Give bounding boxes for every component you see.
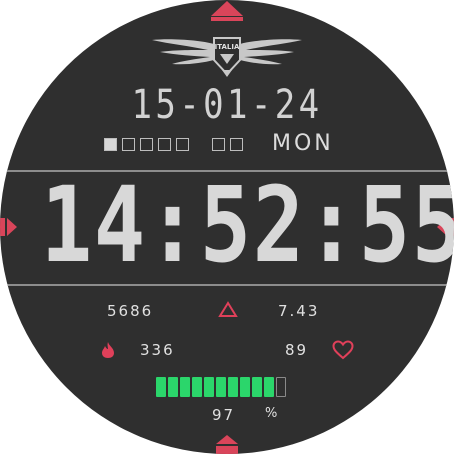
battery-segment (204, 377, 214, 397)
battery-bar (156, 377, 286, 397)
date-display: 15-01-24 (131, 82, 323, 128)
battery-segment (228, 377, 238, 397)
battery-segment (276, 377, 286, 397)
battery-segment (216, 377, 226, 397)
week-box-6 (212, 138, 225, 151)
battery-percent-unit: % (265, 406, 280, 421)
time-display: 14:52:55 (40, 164, 454, 286)
week-box-1 (104, 138, 117, 151)
week-box-4 (158, 138, 171, 151)
watch-face: ITALIA 15-01-24 MON 14:52:55 5686 7.43 3… (0, 0, 454, 454)
week-box-7 (230, 138, 243, 151)
battery-segment (156, 377, 166, 397)
flame-icon (102, 342, 114, 358)
triangle-icon (218, 301, 238, 317)
calories-value: 336 (140, 341, 175, 359)
battery-segment (168, 377, 178, 397)
top-marker-icon (211, 1, 243, 21)
battery-segment (180, 377, 190, 397)
battery-segment (192, 377, 202, 397)
week-box-2 (122, 138, 135, 151)
week-box-3 (140, 138, 153, 151)
side-marker-icon-left (0, 218, 17, 236)
steps-value: 5686 (107, 302, 154, 320)
battery-segment (264, 377, 274, 397)
heart-icon (332, 340, 354, 360)
winged-badge-logo: ITALIA (152, 37, 302, 77)
distance-value: 7.43 (278, 302, 320, 320)
battery-percent-value: 97 (212, 406, 236, 424)
bottom-marker-icon (216, 435, 238, 454)
logo-text: ITALIA (215, 43, 240, 51)
battery-segment (252, 377, 262, 397)
battery-segment (240, 377, 250, 397)
weekday-label: MON (272, 131, 334, 156)
heart-rate-value: 89 (285, 341, 309, 359)
week-box-5 (176, 138, 189, 151)
